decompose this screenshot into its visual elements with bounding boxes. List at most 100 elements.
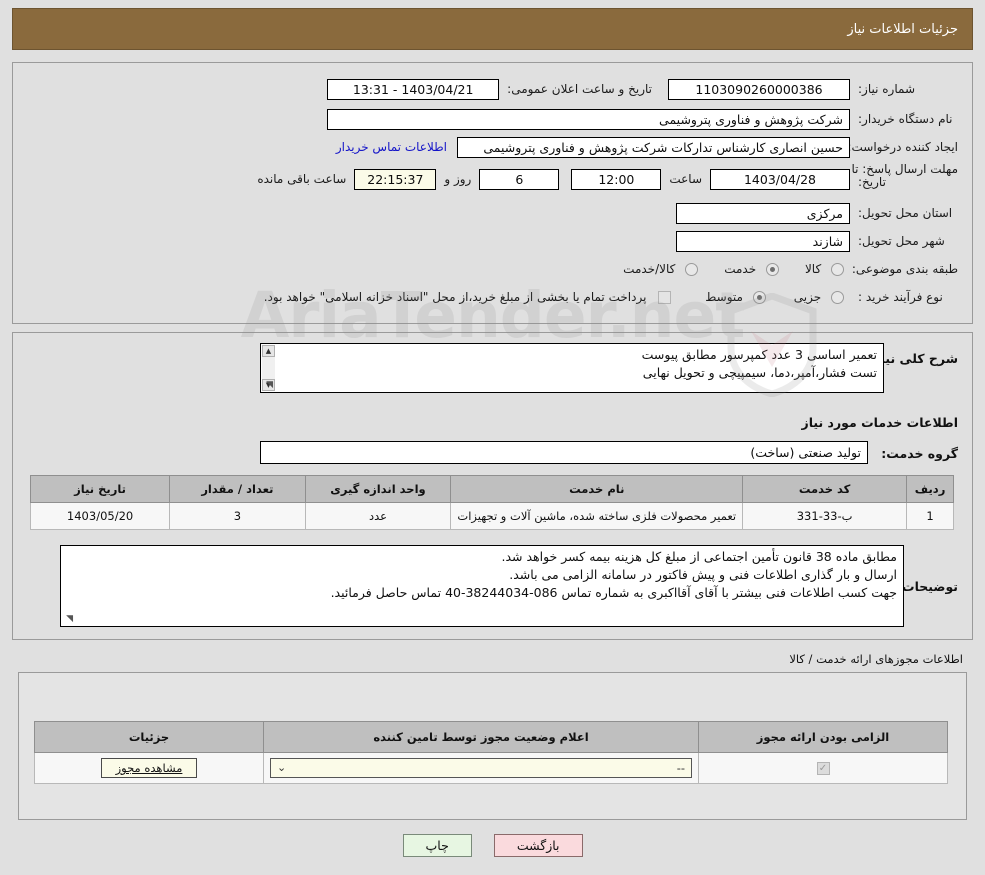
chevron-down-icon: ⌄ xyxy=(277,761,287,774)
requester-label: ایجاد کننده درخواست: xyxy=(847,140,958,154)
city-label: شهر محل تحویل: xyxy=(858,234,945,248)
table-row: 1 ب-33-331 تعمیر محصولات فلزی ساخته شده،… xyxy=(29,502,954,530)
buyer-note-line-3: جهت کسب اطلاعات فنی بیشتر با آقای آقااکب… xyxy=(330,585,897,600)
service-col-name: نام خدمت xyxy=(450,475,744,503)
deadline-label-block: مهلت ارسال پاسخ: تا تاریخ: xyxy=(851,159,958,197)
licenses-panel: الزامی بودن ارائه مجوز اعلام وضعیت مجوز … xyxy=(18,672,967,820)
view-license-button[interactable]: مشاهده مجوز xyxy=(100,758,198,778)
category-option-kala[interactable]: کالا xyxy=(805,262,844,276)
process-option-jozi[interactable]: جزیی xyxy=(794,290,844,304)
need-number-label: شماره نیاز: xyxy=(858,82,915,96)
service-col-unit: واحد اندازه گیری xyxy=(304,475,452,503)
radio-khedmat-icon[interactable] xyxy=(765,263,779,276)
buyer-note-line-1: مطابق ماده 38 قانون تأمین اجتماعی از مبل… xyxy=(501,549,897,564)
table-row: ⌄ -- مشاهده مجوز xyxy=(34,752,948,784)
radio-kala-khedmat-icon[interactable] xyxy=(685,263,699,276)
licenses-caption: اطلاعات مجوزهای ارائه خدمت / کالا xyxy=(789,652,963,666)
services-heading: اطلاعات خدمات مورد نیاز xyxy=(801,415,959,430)
hour-value: 12:00 xyxy=(571,168,662,190)
province-value: مرکزی xyxy=(676,202,850,224)
public-announce-label: تاریخ و ساعت اعلان عمومی: xyxy=(507,82,652,96)
radio-jozi-icon[interactable] xyxy=(831,291,844,304)
days-and-label: روز و xyxy=(444,172,472,186)
description-panel: شرح کلی نیاز: تعمیر اساسی 3 عدد کمپرسور … xyxy=(12,332,973,640)
licenses-cell-required xyxy=(698,752,948,784)
deadline-date-field-wrap: 1403/04/28 ساعت 12:00 6 روز و 22:15:37 س… xyxy=(257,167,850,191)
category-option-kala-khedmat[interactable]: کالا/خدمت xyxy=(623,262,699,276)
process-option-motevaset-label: متوسط xyxy=(705,290,743,304)
remaining-hours-label: ساعت باقی مانده xyxy=(257,172,347,186)
service-cell-unit: عدد xyxy=(304,502,452,530)
licenses-cell-status: ⌄ -- xyxy=(263,752,699,784)
deadline-date-value: 1403/04/28 xyxy=(710,168,850,190)
licenses-col-status: اعلام وضعیت مجوز توسط تامین کننده xyxy=(263,721,699,753)
radio-kala-icon[interactable] xyxy=(831,263,844,276)
requester-value: حسین انصاری کارشناس تدارکات شرکت پژوهش و… xyxy=(457,136,850,158)
licenses-table: الزامی بودن ارائه مجوز اعلام وضعیت مجوز … xyxy=(34,721,948,784)
category-label: طبقه بندی موضوعی: xyxy=(851,262,958,276)
back-button[interactable]: بازگشت xyxy=(493,834,583,857)
province-label: استان محل تحویل: xyxy=(858,206,953,220)
service-group-value: تولید صنعتی (ساخت) xyxy=(260,441,868,464)
resize-grip-icon[interactable]: ◥ xyxy=(263,381,273,391)
buyer-org-row: نام دستگاه خریدار: شرکت پژوهش و فناوری پ… xyxy=(327,107,958,131)
days-remaining-value: 6 xyxy=(479,168,560,190)
buyer-notes-textarea[interactable]: مطابق ماده 38 قانون تأمین اجتماعی از مبل… xyxy=(60,545,904,627)
category-option-khedmat-label: خدمت xyxy=(724,262,757,276)
licenses-col-required: الزامی بودن ارائه مجوز xyxy=(698,721,948,753)
category-option-kala-khedmat-label: کالا/خدمت xyxy=(623,262,676,276)
scroll-up-icon[interactable]: ▲ xyxy=(262,345,275,357)
service-cell-row: 1 xyxy=(906,502,954,530)
page-header: جزئیات اطلاعات نیاز xyxy=(12,8,973,50)
general-need-textarea[interactable]: تعمیر اساسی 3 عدد کمپرسور مطابق پیوست تس… xyxy=(260,343,884,393)
general-need-line-2: تست فشار،آمپر،دما، سیمپیچی و تحویل نهایی xyxy=(642,365,877,380)
buyer-note-line-2: ارسال و بار گذاری اطلاعات فنی و پیش فاکت… xyxy=(509,567,897,582)
service-col-row: ردیف xyxy=(906,475,954,503)
province-row: استان محل تحویل: مرکزی xyxy=(676,201,958,225)
process-option-motevaset[interactable]: متوسط xyxy=(705,290,766,304)
service-group-label: گروه خدمت: xyxy=(881,446,958,461)
public-announce-row: تاریخ و ساعت اعلان عمومی: 1403/04/21 - 1… xyxy=(327,77,652,101)
category-row: طبقه بندی موضوعی: کالا خدمت کالا/خدمت xyxy=(623,257,958,281)
buyer-org-label: نام دستگاه خریدار: xyxy=(858,112,953,126)
need-info-panel: شماره نیاز: 1103090260000386 تاریخ و ساع… xyxy=(12,62,973,324)
service-table-header-row: ردیف کد خدمت نام خدمت واحد اندازه گیری ت… xyxy=(29,475,954,503)
service-col-quantity: تعداد / مقدار xyxy=(169,475,306,503)
category-option-khedmat[interactable]: خدمت xyxy=(724,262,779,276)
license-required-checkbox-icon xyxy=(816,762,830,775)
resize-grip-icon[interactable]: ◥ xyxy=(63,615,73,625)
treasury-checkbox-icon[interactable] xyxy=(658,291,672,304)
buyer-org-value: شرکت پژوهش و فناوری پتروشیمی xyxy=(327,108,850,130)
licenses-table-header-row: الزامی بودن ارائه مجوز اعلام وضعیت مجوز … xyxy=(34,721,948,753)
deadline-label-line2: تاریخ: xyxy=(858,175,886,189)
service-cell-code: ب-33-331 xyxy=(742,502,908,530)
process-row: نوع فرآیند خرید : جزیی متوسط پرداخت تمام… xyxy=(264,285,958,309)
process-option-jozi-label: جزیی xyxy=(793,290,822,304)
licenses-col-details: جزئیات xyxy=(34,721,264,753)
deadline-label: مهلت ارسال پاسخ: تا تاریخ: xyxy=(851,159,958,189)
license-status-select[interactable]: ⌄ -- xyxy=(270,758,692,778)
city-value: شازند xyxy=(676,230,850,252)
buyer-contact-link[interactable]: اطلاعات تماس خریدار xyxy=(336,140,447,154)
general-need-line-1: تعمیر اساسی 3 عدد کمپرسور مطابق پیوست xyxy=(641,347,877,362)
service-table: ردیف کد خدمت نام خدمت واحد اندازه گیری ت… xyxy=(29,475,954,530)
process-label: نوع فرآیند خرید : xyxy=(858,290,943,304)
need-number-value: 1103090260000386 xyxy=(668,78,850,100)
public-announce-value: 1403/04/21 - 13:31 xyxy=(327,78,500,100)
service-col-code: کد خدمت xyxy=(742,475,908,503)
print-button[interactable]: چاپ xyxy=(402,834,472,857)
treasury-checkbox-label: پرداخت تمام یا بخشی از مبلغ خرید،از محل … xyxy=(263,290,647,304)
requester-row: ایجاد کننده درخواست: حسین انصاری کارشناس… xyxy=(336,135,958,159)
licenses-cell-details: مشاهده مجوز xyxy=(34,752,264,784)
radio-motevaset-icon[interactable] xyxy=(752,291,766,304)
deadline-label-line1: مهلت ارسال پاسخ: تا xyxy=(851,162,958,176)
service-col-date: تاریخ نیاز xyxy=(29,475,171,503)
countdown-value: 22:15:37 xyxy=(354,168,437,190)
service-cell-quantity: 3 xyxy=(169,502,306,530)
license-status-value: -- xyxy=(676,761,685,775)
need-number-row: شماره نیاز: 1103090260000386 xyxy=(668,77,958,101)
treasury-checkbox-wrap[interactable]: پرداخت تمام یا بخشی از مبلغ خرید،از محل … xyxy=(264,290,672,304)
city-row: شهر محل تحویل: شازند xyxy=(676,229,958,253)
footer-buttons: بازگشت چاپ xyxy=(0,834,985,857)
service-cell-name: تعمیر محصولات فلزی ساخته شده، ماشین آلات… xyxy=(450,502,744,530)
